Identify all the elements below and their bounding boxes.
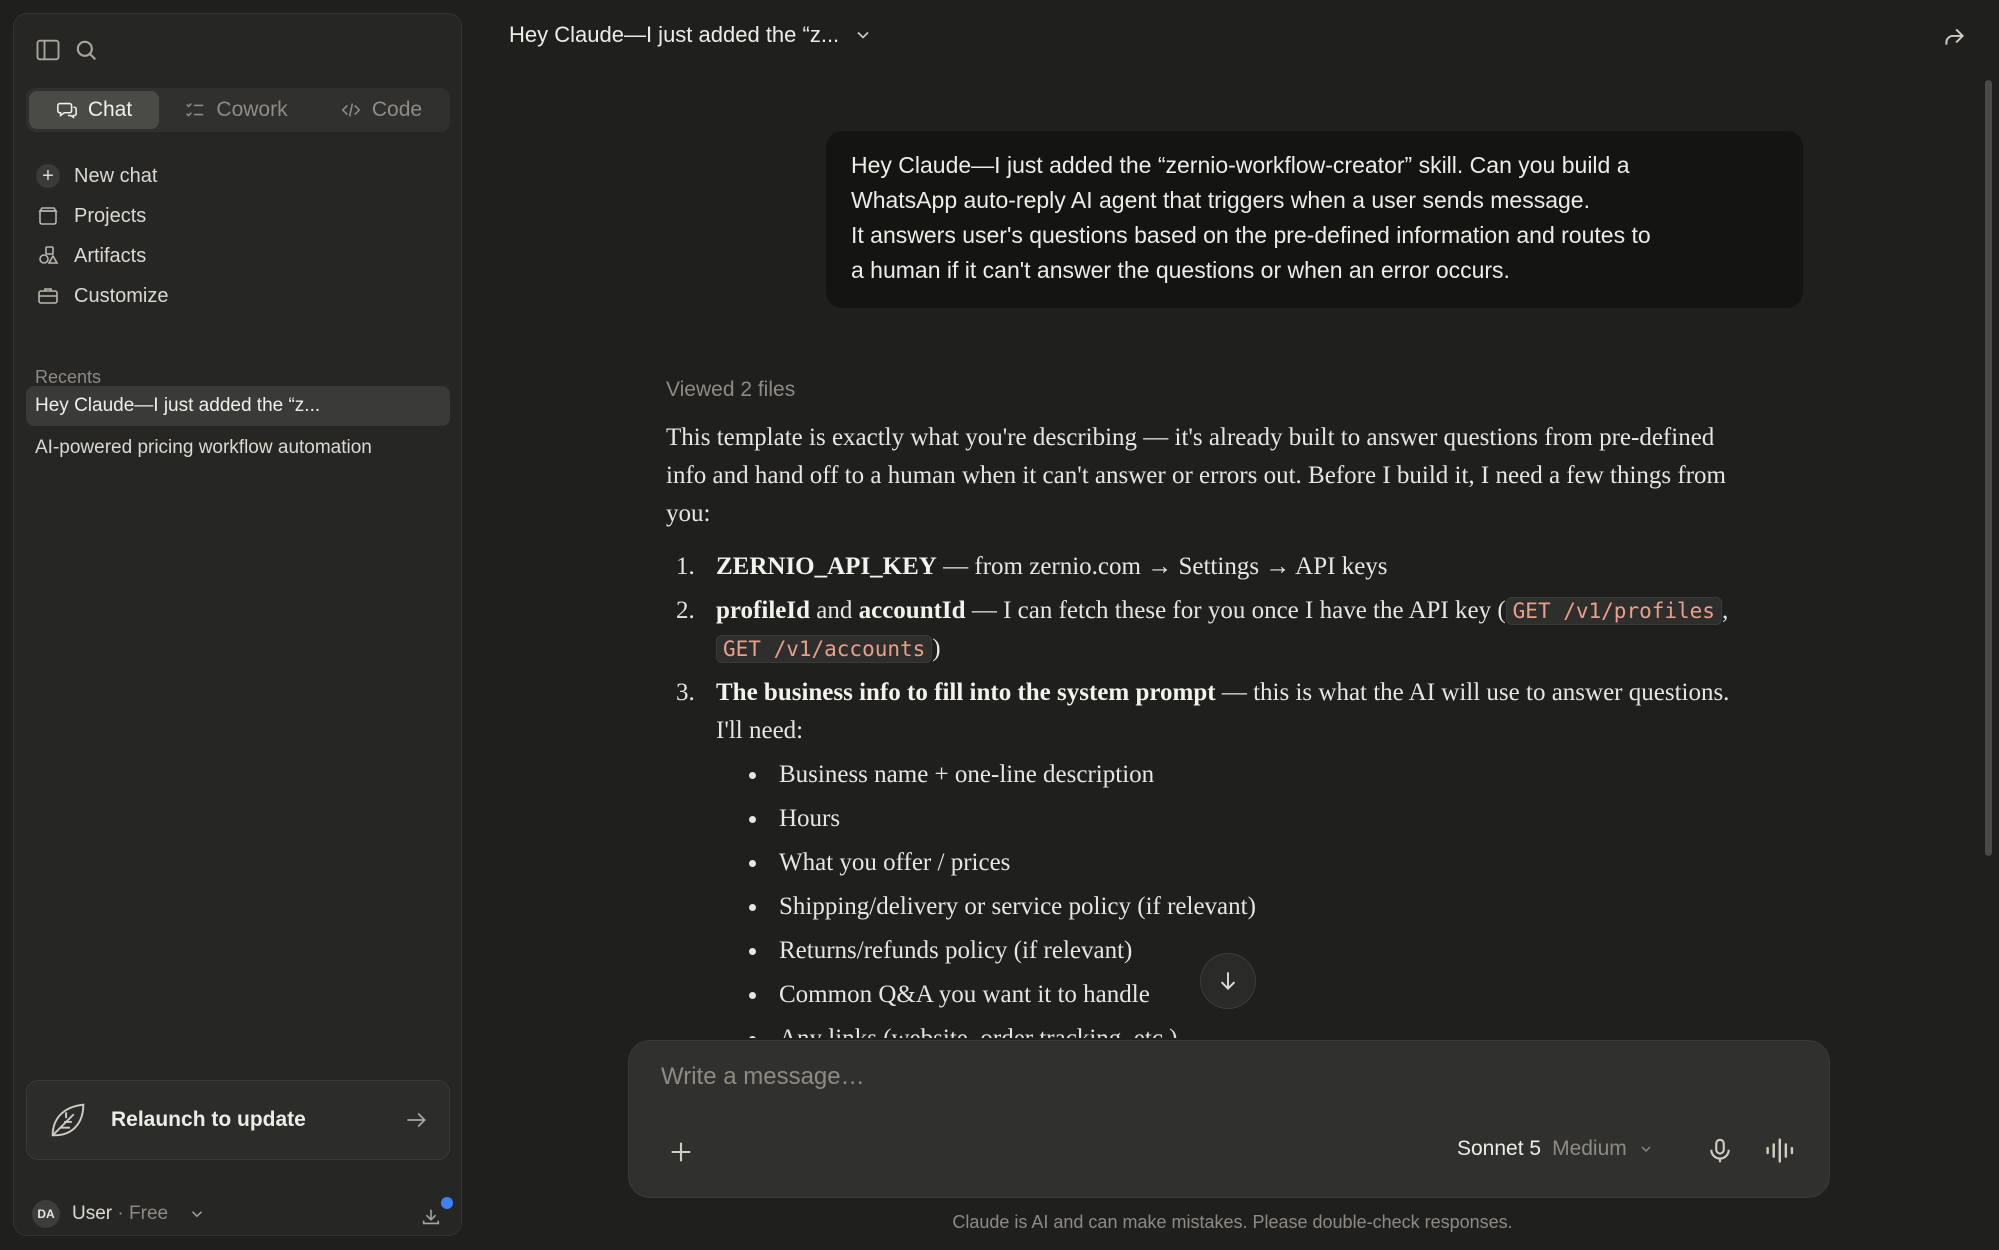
list-item: Any links (website, order tracking, etc.…	[716, 1017, 1748, 1038]
step-text: and	[810, 597, 859, 624]
viewed-files-toggle[interactable]: Viewed 2 files	[666, 370, 1748, 410]
chat-bubbles-icon	[56, 99, 78, 121]
chevron-down-icon	[853, 25, 873, 45]
disclaimer-text: Claude is AI and can make mistakes. Plea…	[952, 1212, 1513, 1232]
sidebar-item-customize[interactable]: Customize	[32, 276, 446, 316]
recent-chat-item[interactable]: Hey Claude—I just added the “z...	[26, 386, 450, 426]
list-item: Business name + one-line description	[716, 753, 1748, 797]
mode-tab-cowork[interactable]: Cowork	[171, 91, 301, 129]
arrow-down-icon	[1215, 968, 1241, 994]
user-message-bubble: Hey Claude—I just added the “zernio-work…	[826, 131, 1803, 308]
add-attachment-icon[interactable]	[667, 1138, 695, 1166]
step-bold-text: profileId	[716, 597, 810, 624]
chevron-down-icon	[1638, 1141, 1654, 1157]
mode-switch: Chat Cowork Code	[26, 88, 450, 132]
step-bold-text: accountId	[858, 597, 966, 624]
sidebar-item-artifacts[interactable]: Artifacts	[32, 236, 446, 276]
plus-icon: +	[36, 164, 60, 188]
assistant-intro-text: This template is exactly what you're des…	[666, 424, 1726, 527]
sidebar-item-label: New chat	[74, 164, 158, 187]
mode-tab-code[interactable]: Code	[316, 91, 446, 129]
list-number: 3.	[676, 679, 695, 706]
message-composer: Sonnet 5 Medium	[628, 1040, 1830, 1198]
sidebar-item-label: Projects	[74, 204, 147, 227]
code-brackets-icon	[340, 99, 362, 121]
mode-tab-label: Chat	[87, 98, 133, 121]
arrow-right-icon	[403, 1107, 429, 1133]
message-input[interactable]	[661, 1063, 1791, 1107]
list-item: Shipping/delivery or service policy (if …	[716, 885, 1748, 929]
conversation-title: Hey Claude—I just added the “z...	[509, 22, 840, 47]
list-number: 2.	[676, 597, 695, 624]
list-number: 1.	[676, 553, 695, 580]
voice-mode-icon[interactable]	[1764, 1136, 1798, 1166]
step-text: )	[932, 635, 941, 662]
share-icon[interactable]	[1941, 24, 1967, 50]
mode-tab-label: Code	[371, 98, 423, 121]
inline-code: GET /v1/profiles	[1505, 597, 1722, 625]
sidebar-nav: + New chat Projects Artifacts Customize	[32, 156, 446, 316]
sidebar: Chat Cowork Code + New chat Projects Art…	[13, 13, 462, 1236]
step-text: ,	[1721, 597, 1729, 624]
inline-code: GET /v1/accounts	[716, 635, 933, 663]
sidebar-item-label: Artifacts	[74, 244, 147, 267]
list-item: 2. profileId and accountId — I can fetch…	[666, 592, 1748, 668]
relaunch-update-label: Relaunch to update	[111, 1108, 306, 1131]
disclaimer-wrapper: Claude is AI and can make mistakes. Plea…	[0, 1212, 1999, 1233]
microphone-icon[interactable]	[1705, 1136, 1735, 1166]
scrollbar-thumb[interactable]	[1985, 80, 1992, 856]
model-effort: Medium	[1552, 1137, 1627, 1160]
shapes-icon	[36, 244, 60, 268]
recents-heading: Recents	[35, 367, 102, 387]
step-text: — I can fetch these for you once I have …	[965, 597, 1506, 624]
list-item: 1. ZERNIO_API_KEY — from zernio.com → Se…	[666, 548, 1748, 586]
folder-icon	[36, 204, 60, 228]
search-icon[interactable]	[72, 36, 100, 64]
mode-tab-chat[interactable]: Chat	[29, 91, 159, 129]
checklist-icon	[184, 99, 206, 121]
message-scroll-area: Viewed 2 files This template is exactly …	[600, 360, 1860, 1038]
relaunch-update-button[interactable]: Relaunch to update	[26, 1080, 450, 1160]
recent-chat-item[interactable]: AI-powered pricing workflow automation	[26, 428, 450, 468]
sidebar-item-projects[interactable]: Projects	[32, 196, 446, 236]
model-selector[interactable]: Sonnet 5 Medium	[1457, 1137, 1654, 1161]
sidebar-item-label: Customize	[74, 284, 169, 307]
sidebar-toggle-icon[interactable]	[34, 36, 62, 64]
model-name: Sonnet 5	[1457, 1137, 1542, 1160]
assistant-message: Viewed 2 files This template is exactly …	[666, 370, 1748, 1038]
step-bold-text: ZERNIO_API_KEY	[716, 553, 937, 580]
step-bold-text: The business info to fill into the syste…	[716, 679, 1216, 706]
sidebar-item-new-chat[interactable]: + New chat	[32, 156, 446, 196]
briefcase-icon	[36, 284, 60, 308]
leaf-icon	[45, 1097, 91, 1143]
step-text: — from zernio.com → Settings → API keys	[936, 553, 1388, 580]
list-item: Hours	[716, 797, 1748, 841]
user-message-text: Hey Claude—I just added the “zernio-work…	[851, 152, 1651, 283]
mode-tab-label: Cowork	[216, 98, 288, 121]
notification-dot	[441, 1197, 453, 1209]
scroll-to-bottom-button[interactable]	[1200, 953, 1256, 1009]
list-item: What you offer / prices	[716, 841, 1748, 885]
conversation-title-menu[interactable]: Hey Claude—I just added the “z...	[509, 22, 873, 48]
